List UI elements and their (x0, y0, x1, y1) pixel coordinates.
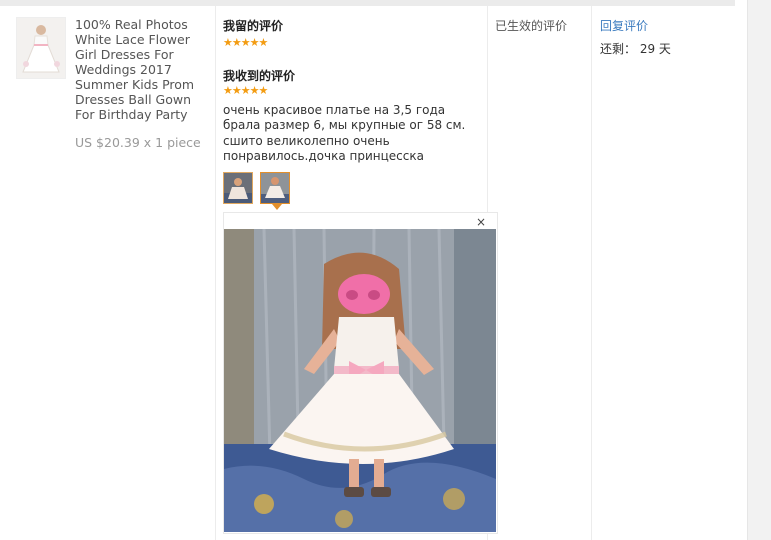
top-divider (0, 0, 735, 6)
product-price: US $20.39 x 1 piece (75, 135, 201, 150)
reply-review-link[interactable]: 回复评价 (600, 17, 648, 34)
review-photo[interactable] (224, 229, 496, 532)
my-review-stars: ★★★★★ (223, 36, 268, 49)
product-title[interactable]: 100% Real Photos White Lace Flower Girl … (75, 17, 210, 122)
close-icon[interactable]: × (476, 215, 486, 229)
review-photo-thumbnail[interactable] (223, 172, 253, 204)
product-thumbnail[interactable] (16, 17, 66, 79)
received-review-stars: ★★★★★ (223, 84, 268, 97)
days-remaining: 还剩： 29 天 (600, 42, 671, 56)
scrollbar-gutter[interactable] (747, 0, 771, 540)
my-review-title: 我留的评价 (223, 19, 284, 33)
selected-thumbnail-indicator (272, 204, 282, 210)
review-text: очень красивое платье на 3,5 года брала … (223, 103, 466, 163)
column-divider (591, 6, 592, 540)
column-divider (215, 6, 216, 540)
received-review-title: 我收到的评价 (223, 69, 296, 83)
review-status: 已生效的评价 (495, 19, 568, 33)
review-photo-thumbnail[interactable] (260, 172, 290, 204)
